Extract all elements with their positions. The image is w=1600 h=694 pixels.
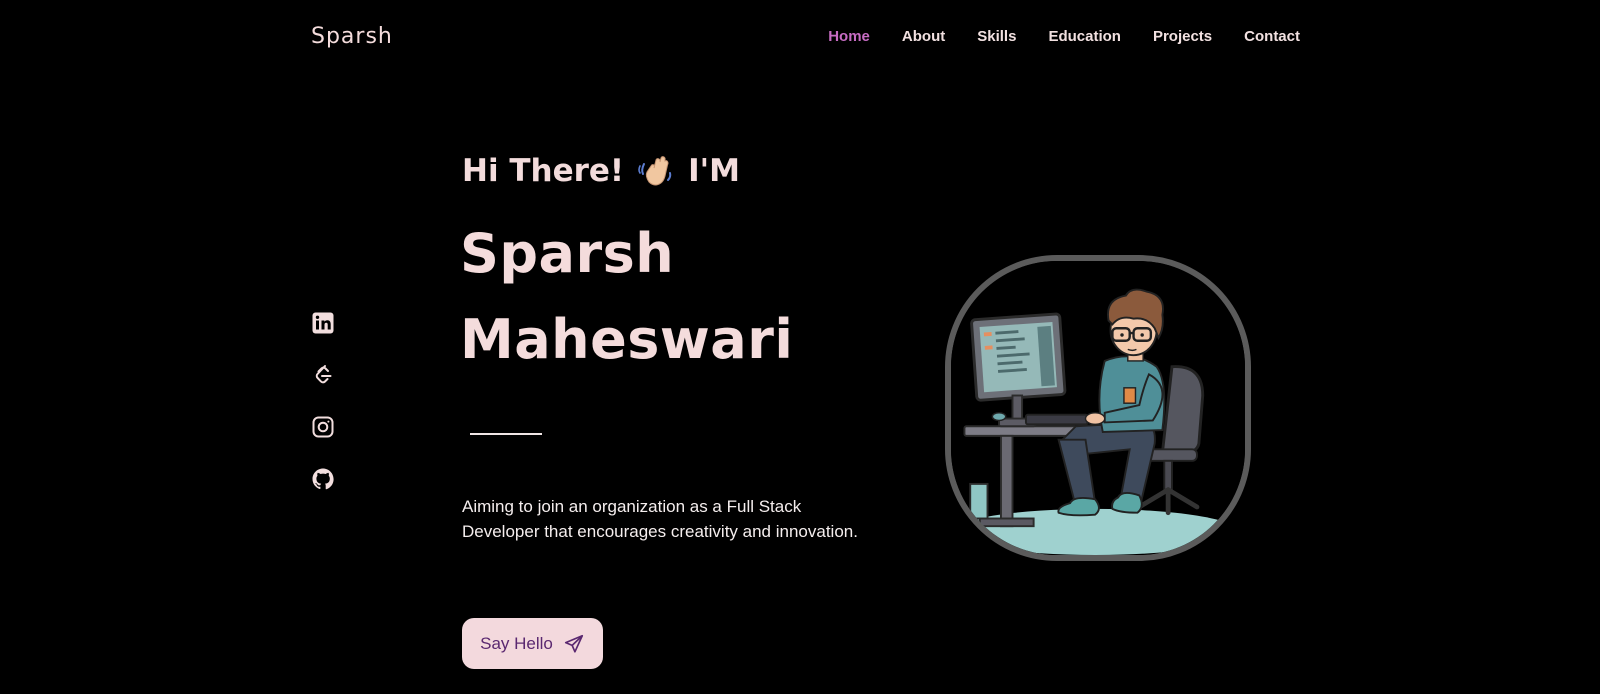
first-name: Sparsh: [460, 222, 675, 285]
waving-hand-icon: [638, 152, 674, 190]
nav-item-projects[interactable]: Projects: [1153, 28, 1212, 45]
send-icon: [564, 634, 583, 653]
social-links: [311, 311, 335, 491]
say-hello-label: Say Hello: [480, 633, 553, 653]
main-nav: Home About Skills Education Projects Con…: [828, 28, 1300, 45]
greeting-text: Hi There!: [462, 153, 625, 189]
leetcode-icon[interactable]: [311, 363, 335, 387]
github-icon[interactable]: [311, 467, 335, 491]
divider-line: [470, 433, 542, 435]
nav-item-contact[interactable]: Contact: [1244, 28, 1300, 45]
nav-item-home[interactable]: Home: [828, 28, 870, 45]
nav-item-about[interactable]: About: [902, 28, 945, 45]
hero-tagline: Aiming to join an organization as a Full…: [462, 497, 858, 541]
say-hello-button[interactable]: Say Hello: [462, 618, 603, 669]
instagram-icon[interactable]: [311, 415, 335, 439]
nav-item-skills[interactable]: Skills: [977, 28, 1016, 45]
developer-avatar: [945, 255, 1251, 561]
developer-illustration: [951, 261, 1245, 555]
last-name: Maheswari: [460, 308, 794, 371]
hero-greeting: Hi There! I'M: [462, 152, 740, 190]
linkedin-icon[interactable]: [311, 311, 335, 335]
site-logo[interactable]: Sparsh: [311, 24, 393, 49]
nav-item-education[interactable]: Education: [1048, 28, 1121, 45]
greeting-im: I'M: [688, 153, 740, 189]
